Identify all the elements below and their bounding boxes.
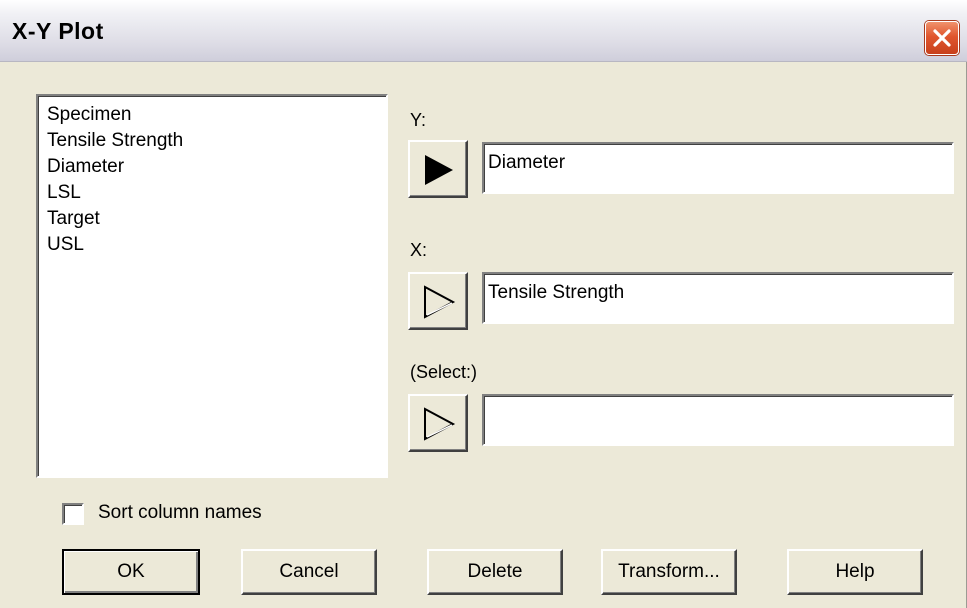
close-button[interactable] — [925, 21, 959, 55]
delete-button[interactable]: Delete — [427, 549, 563, 595]
x-variable-field[interactable]: Tensile Strength — [482, 272, 954, 324]
list-item[interactable]: Tensile Strength — [47, 128, 386, 154]
ok-button[interactable]: OK — [62, 549, 200, 595]
select-variable-field[interactable] — [482, 394, 954, 446]
list-item[interactable]: Specimen — [47, 102, 386, 128]
y-variable-field[interactable]: Diameter — [482, 142, 954, 194]
dialog-title: X-Y Plot — [12, 18, 104, 44]
sort-column-names-label[interactable]: Sort column names — [98, 502, 262, 524]
transform-button[interactable]: Transform... — [601, 549, 737, 595]
xy-plot-dialog: X-Y Plot Specimen Tensile Strength Diame… — [0, 0, 967, 608]
title-bar[interactable]: X-Y Plot — [0, 0, 967, 62]
select-assign-button[interactable] — [408, 394, 468, 452]
y-label: Y: — [410, 110, 427, 130]
list-item[interactable]: Diameter — [47, 154, 386, 180]
list-item[interactable]: LSL — [47, 180, 386, 206]
play-arrow-outline-icon — [424, 285, 456, 319]
column-list[interactable]: Specimen Tensile Strength Diameter LSL T… — [36, 94, 388, 478]
help-button[interactable]: Help — [787, 549, 923, 595]
close-icon — [933, 29, 951, 47]
list-item[interactable]: USL — [47, 232, 386, 258]
list-item[interactable]: Target — [47, 206, 386, 232]
select-label: (Select:) — [410, 362, 478, 382]
play-arrow-filled-icon — [425, 155, 453, 185]
x-label: X: — [410, 240, 428, 260]
sort-column-names-checkbox[interactable] — [62, 503, 84, 525]
cancel-button[interactable]: Cancel — [241, 549, 377, 595]
play-arrow-outline-icon — [424, 407, 456, 441]
y-assign-button[interactable] — [408, 140, 468, 198]
x-assign-button[interactable] — [408, 272, 468, 330]
